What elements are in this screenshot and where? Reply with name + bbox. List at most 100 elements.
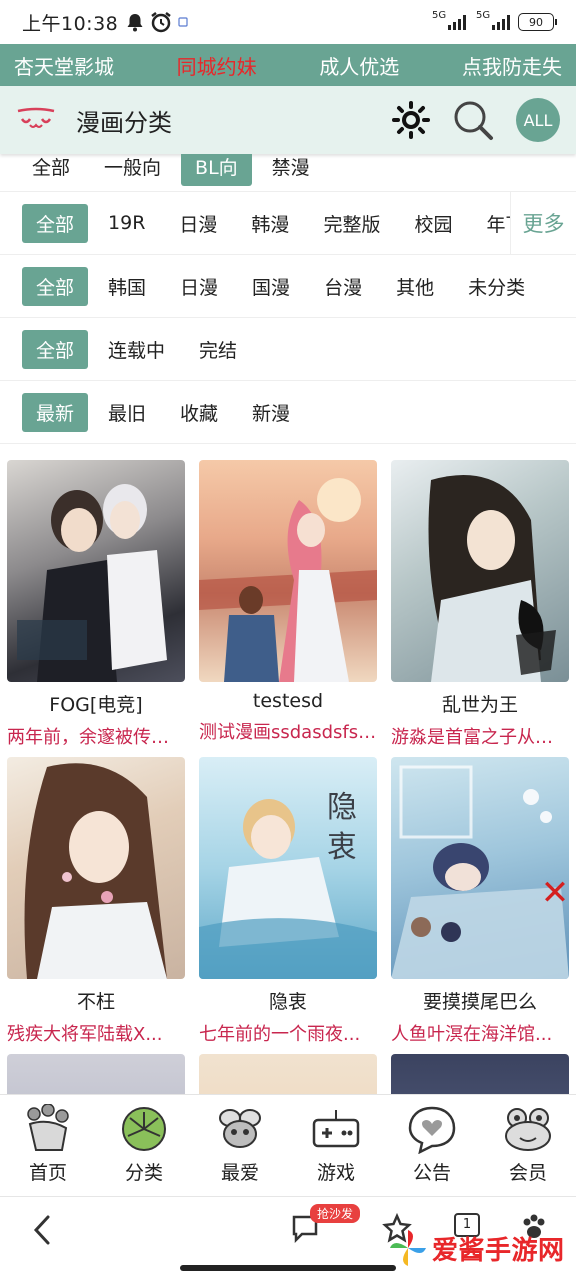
comic-description: 残疾大将军陆载X... [7, 1024, 163, 1045]
tab-notice[interactable]: 公告 [384, 1095, 480, 1194]
bottom-tab-bar: 首页 分类 最爱 游戏 公告 会员 [0, 1094, 576, 1194]
battery-icon: 90 [518, 13, 557, 31]
svg-text:衷: 衷 [327, 830, 357, 865]
chat-heart-icon [408, 1106, 456, 1154]
filter-chip[interactable]: 台漫 [310, 267, 376, 306]
comic-card[interactable]: 不枉 残疾大将军陆载X... [7, 757, 185, 1046]
tab-label: 分类 [124, 1162, 163, 1184]
filter-chip[interactable]: 新漫 [238, 393, 304, 432]
tab-member[interactable]: 会员 [480, 1095, 576, 1194]
watermark-text: 爱酱手游网 [432, 1235, 565, 1266]
filter-chip[interactable]: 全部 [18, 154, 84, 186]
bell-icon [127, 14, 143, 32]
comic-card[interactable] [7, 1054, 185, 1094]
bee-icon [219, 1109, 261, 1148]
gamepad-icon [312, 1110, 360, 1148]
comic-cover-image[interactable] [391, 1054, 569, 1094]
tab-category[interactable]: 分类 [96, 1095, 192, 1194]
filter-chip[interactable]: 韩漫 [237, 204, 303, 243]
topnav-link-anti-lost[interactable]: 点我防走失 [462, 51, 562, 80]
comic-title[interactable]: 乱世为王 [391, 690, 569, 717]
filter-row-region: 全部 韩国 日漫 国漫 台漫 其他 未分类 [0, 255, 576, 318]
tab-label: 公告 [412, 1162, 451, 1184]
search-icon[interactable] [452, 99, 494, 141]
filter-chip-active[interactable]: 全部 [22, 266, 89, 306]
filter-chip[interactable]: 未分类 [454, 267, 539, 306]
close-ad-icon[interactable]: ✕ [540, 876, 570, 910]
comic-cover-image[interactable] [391, 460, 569, 682]
comic-card[interactable]: 隐衷 隐衷 七年前的一个雨夜... [199, 757, 377, 1046]
alarm-icon [151, 12, 172, 33]
frog-face-icon [505, 1108, 551, 1151]
comic-cover-image[interactable] [199, 1054, 377, 1094]
app-header: 漫画分类 ALL [0, 86, 576, 154]
app-logo-icon[interactable] [16, 105, 56, 135]
status-time: 上午10:38 [22, 12, 119, 35]
filter-chip[interactable]: 最旧 [94, 393, 160, 432]
comic-cover-image[interactable]: 隐衷 [199, 757, 377, 979]
comment-badge: 抢沙发 [310, 1204, 361, 1223]
comic-card[interactable] [199, 1054, 377, 1094]
comic-cover-image[interactable] [7, 1054, 185, 1094]
watermark: 爱酱手游网 [388, 1228, 565, 1268]
page-title: 漫画分类 [76, 108, 172, 137]
filter-chip[interactable]: 一般向 [90, 154, 175, 186]
filter-row-status: 全部 连载中 完结 [0, 318, 576, 381]
filter-row-tags: 全部 19R 日漫 韩漫 完整版 校园 年下 更多 [0, 192, 576, 255]
all-button[interactable]: ALL [516, 98, 560, 142]
comic-description: 游淼是首富之子从小... [391, 727, 569, 748]
filter-chip[interactable]: 完整版 [309, 204, 394, 243]
comic-card[interactable] [391, 1054, 569, 1094]
tab-favorites[interactable]: 最爱 [192, 1095, 288, 1194]
comic-card[interactable]: testesd 测试漫画ssdasdsfsdfsd [199, 460, 377, 744]
comic-description: 七年前的一个雨夜... [199, 1024, 361, 1045]
comic-description: 测试漫画ssdasdsfsdfsd [199, 722, 377, 743]
topnav-link-dating[interactable]: 同城约妹 [177, 51, 257, 80]
status-bar: 上午10:38 5G 5G 90 [0, 0, 576, 44]
svg-text:隐: 隐 [327, 790, 357, 825]
filter-chip[interactable]: 日漫 [165, 204, 231, 243]
tab-games[interactable]: 游戏 [288, 1095, 384, 1194]
tab-label: 首页 [28, 1162, 67, 1184]
filter-chip[interactable]: 完结 [185, 330, 251, 369]
filter-chip[interactable]: 韩国 [94, 267, 160, 306]
more-tags-button[interactable]: 更多 [510, 192, 576, 254]
tab-label: 会员 [508, 1162, 547, 1184]
comic-title[interactable]: 隐衷 [199, 987, 377, 1014]
filter-row-orientation: 全部 一般向 BL向 禁漫 [0, 154, 576, 192]
filter-chip[interactable]: 校园 [400, 204, 466, 243]
home-indicator [180, 1265, 396, 1271]
filter-chip[interactable]: 收藏 [166, 393, 232, 432]
comic-title[interactable]: FOG[电竞] [7, 690, 185, 717]
filter-chip-active[interactable]: BL向 [181, 154, 252, 186]
comic-card[interactable]: FOG[电竞] 两年前，余邃被传出... [7, 460, 185, 749]
comic-cover-image[interactable] [391, 757, 569, 979]
signal-icon-2: 5G [476, 10, 510, 30]
tab-home[interactable]: 首页 [0, 1095, 96, 1194]
filter-chip[interactable]: 国漫 [238, 267, 304, 306]
filter-chip[interactable]: 禁漫 [258, 154, 324, 186]
filter-chip-active[interactable]: 全部 [22, 203, 89, 243]
filter-chip[interactable]: 连载中 [94, 330, 179, 369]
comic-title[interactable]: testesd [199, 690, 377, 712]
top-link-bar: 杏天堂影城 同城约妹 成人优选 点我防走失 [0, 44, 576, 86]
filter-panel: 全部 一般向 BL向 禁漫 全部 19R 日漫 韩漫 完整版 校园 年下 更多 … [0, 154, 576, 444]
filter-chip-active[interactable]: 全部 [22, 329, 89, 369]
comic-cover-image[interactable] [7, 757, 185, 979]
comic-cover-image[interactable] [199, 460, 377, 682]
filter-chip[interactable]: 日漫 [166, 267, 232, 306]
topnav-link-adult[interactable]: 成人优选 [319, 51, 399, 80]
comic-title[interactable]: 要摸摸尾巴么 [391, 987, 569, 1014]
comic-title[interactable]: 不枉 [7, 987, 185, 1014]
comic-description: 人鱼叶溟在海洋馆... [391, 1024, 553, 1045]
back-icon[interactable] [30, 1213, 54, 1247]
comic-card[interactable]: 乱世为王 游淼是首富之子从小... [391, 460, 569, 749]
topnav-link-cinema[interactable]: 杏天堂影城 [14, 51, 114, 80]
filter-row-sort: 最新 最旧 收藏 新漫 [0, 381, 576, 444]
filter-chip-active[interactable]: 最新 [22, 392, 89, 432]
filter-chip[interactable]: 其他 [382, 267, 448, 306]
filter-chip[interactable]: 19R [94, 206, 159, 240]
theme-sun-icon[interactable] [392, 101, 430, 139]
comic-cover-image[interactable] [7, 460, 185, 682]
pinwheel-logo-icon [390, 1230, 426, 1266]
